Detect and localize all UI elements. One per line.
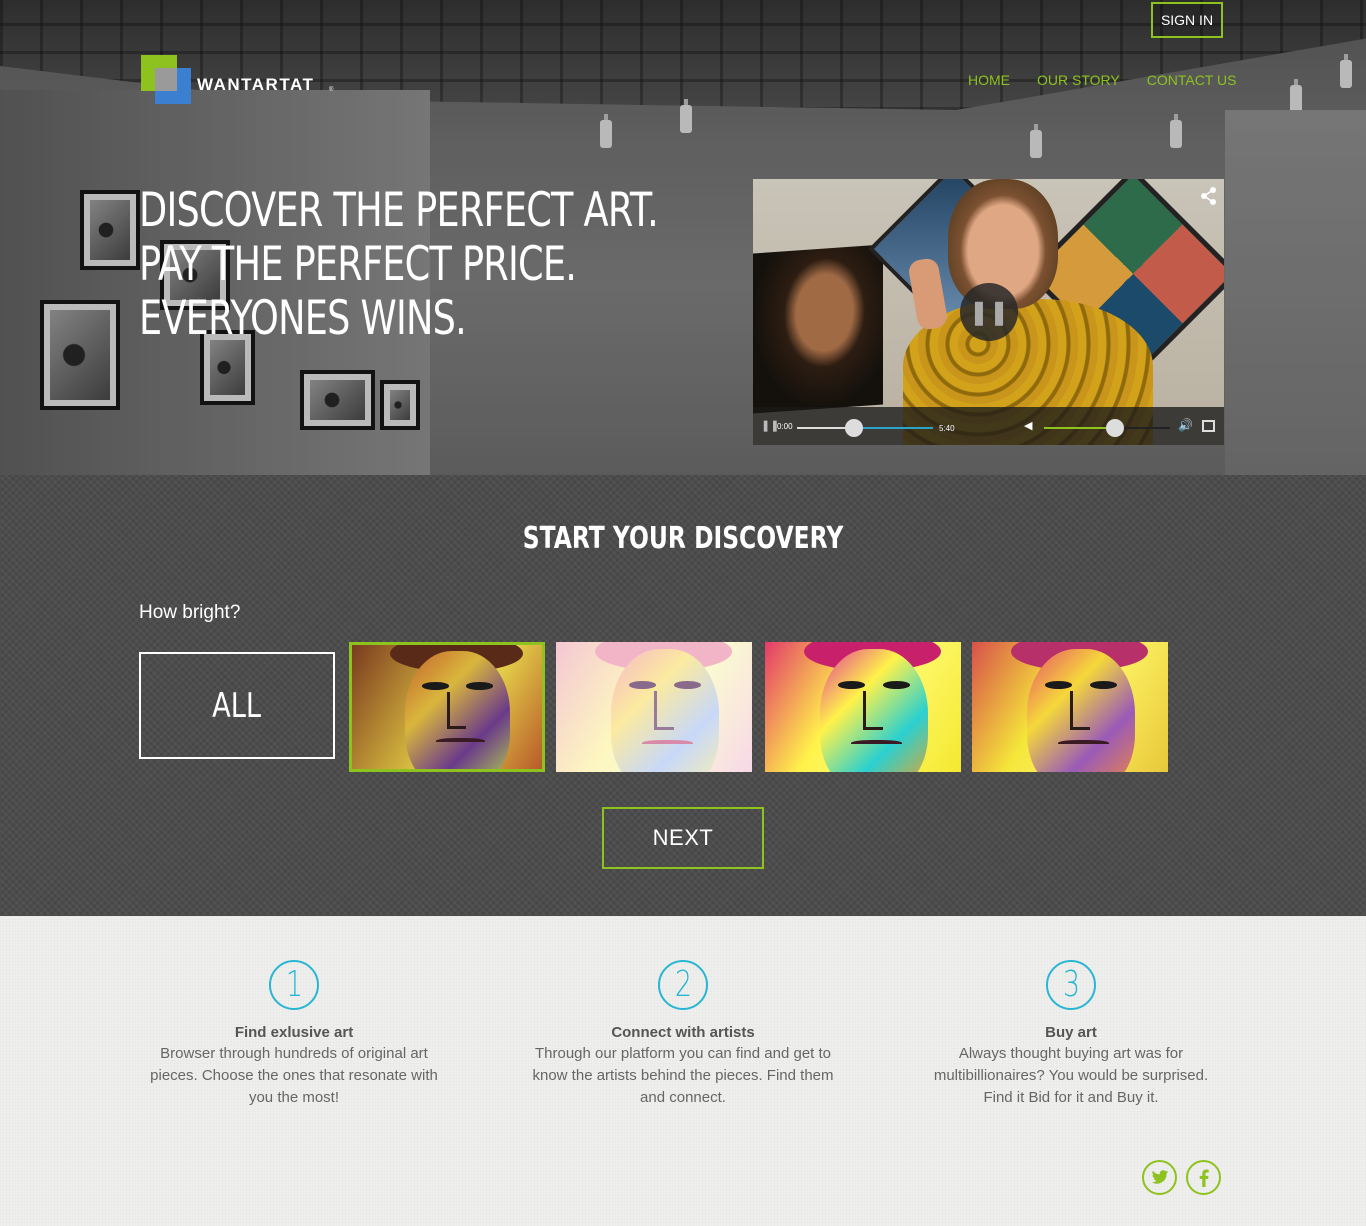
hero-section: SIGN IN WANTARTAT ® HOME OUR STORY CONTA… — [0, 0, 1366, 475]
fullscreen-icon[interactable] — [1202, 420, 1215, 432]
video-player[interactable]: ❚❚ ❚❚ 0:00 5:40 ◀ 🔊 — [753, 179, 1224, 445]
option-all-button[interactable]: ALL — [139, 652, 335, 759]
volume-icon[interactable]: 🔊 — [1178, 418, 1193, 432]
step-title: Buy art — [1045, 1024, 1097, 1041]
volume-slider[interactable] — [1044, 419, 1170, 437]
logo-registered-mark: ® — [329, 87, 334, 93]
step-1: 1 Find exlusive art Browser through hund… — [134, 960, 454, 1109]
question-label: How bright? — [139, 602, 241, 623]
step-2: 2 Connect with artists Through our platf… — [523, 960, 843, 1109]
duration: 5:40 — [939, 424, 955, 433]
artwork-thumbnail — [352, 645, 542, 769]
video-poster-art — [753, 244, 883, 414]
step-description: Browser through hundreds of original art… — [150, 1045, 438, 1106]
mute-icon[interactable]: ◀ — [1024, 419, 1032, 432]
step-number-badge: 3 — [1046, 960, 1096, 1010]
step-description: Always thought buying art was for multib… — [933, 1045, 1209, 1106]
step-3: 3 Buy art Always thought buying art was … — [911, 960, 1231, 1109]
current-time: 0:00 — [777, 422, 793, 431]
step-number-badge: 2 — [658, 960, 708, 1010]
volume-handle[interactable] — [1105, 419, 1124, 437]
video-controls: ❚❚ 0:00 5:40 ◀ 🔊 — [753, 407, 1224, 445]
brightness-option-2[interactable] — [556, 642, 752, 772]
wantartat-logo[interactable]: WANTARTAT ® — [141, 55, 341, 105]
hero-headline: DISCOVER THE PERFECT ART. PAY THE PERFEC… — [139, 183, 659, 346]
brightness-option-3[interactable] — [765, 642, 961, 772]
step-description: Through our platform you can find and ge… — [532, 1045, 834, 1106]
nav-contact-us[interactable]: CONTACT US — [1147, 72, 1237, 88]
pause-icon[interactable]: ❚❚ — [960, 283, 1018, 341]
step-number-badge: 1 — [269, 960, 319, 1010]
discovery-section: START YOUR DISCOVERY How bright? ALL NEX… — [0, 475, 1366, 916]
twitter-icon[interactable] — [1142, 1160, 1177, 1195]
headline-line: DISCOVER THE PERFECT ART. — [139, 183, 659, 238]
seek-handle[interactable] — [845, 419, 864, 437]
main-nav: HOME OUR STORY CONTACT US — [968, 72, 1236, 88]
artwork-thumbnail — [765, 642, 961, 772]
seek-bar[interactable] — [797, 419, 933, 437]
artwork-thumbnail — [556, 642, 752, 772]
share-icon[interactable] — [1201, 187, 1217, 210]
step-title: Connect with artists — [611, 1024, 755, 1041]
logo-text: WANTARTAT — [197, 75, 315, 94]
sign-in-button[interactable]: SIGN IN — [1151, 2, 1223, 38]
section-title: START YOUR DISCOVERY — [522, 521, 844, 556]
brightness-option-1[interactable] — [349, 642, 545, 772]
nav-home[interactable]: HOME — [968, 72, 1010, 88]
brightness-option-4[interactable] — [972, 642, 1168, 772]
how-it-works-section: 1 Find exlusive art Browser through hund… — [0, 916, 1366, 1226]
next-button[interactable]: NEXT — [602, 807, 764, 869]
step-title: Find exlusive art — [234, 1024, 354, 1041]
artwork-thumbnail — [972, 642, 1168, 772]
headline-line: EVERYONES WINS. — [139, 291, 467, 346]
facebook-icon[interactable] — [1186, 1160, 1221, 1195]
headline-line: PAY THE PERFECT PRICE. — [139, 237, 577, 292]
nav-our-story[interactable]: OUR STORY — [1037, 72, 1120, 88]
